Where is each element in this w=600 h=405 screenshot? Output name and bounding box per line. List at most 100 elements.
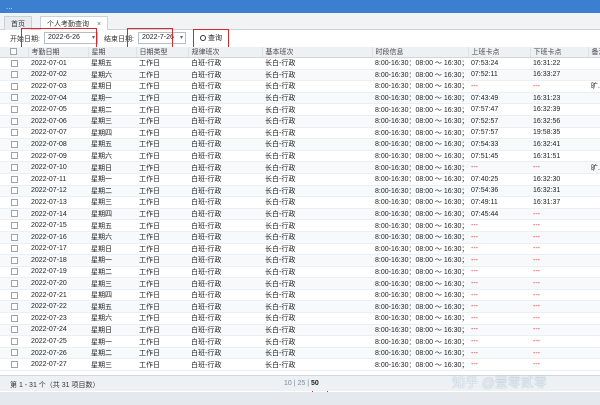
annotation-box-end bbox=[127, 28, 173, 48]
table-cell: --- bbox=[468, 335, 530, 348]
table-row[interactable]: 2022-07-10 星期日 工作日 白班-行政 长白-行政 8:00-16:30：08:… bbox=[0, 161, 600, 174]
row-checkbox[interactable] bbox=[0, 69, 28, 82]
row-checkbox[interactable] bbox=[0, 358, 28, 372]
row-checkbox[interactable] bbox=[0, 277, 28, 290]
row-checkbox[interactable] bbox=[0, 57, 28, 70]
table-cell: 2022-07-04 bbox=[28, 92, 88, 105]
table-cell: 16:32:41 bbox=[530, 138, 588, 151]
table-cell bbox=[588, 254, 600, 267]
row-checkbox[interactable] bbox=[0, 138, 28, 151]
table-row[interactable]: 2022-07-19 星期二 工作日 白班-行政 长白-行政 8:00-16:30：08:… bbox=[0, 266, 600, 279]
select-all-checkbox[interactable] bbox=[0, 47, 29, 58]
row-checkbox[interactable] bbox=[0, 150, 28, 163]
col-header[interactable]: 时段信息 bbox=[372, 47, 469, 58]
table-cell: 白班-行政 bbox=[188, 289, 262, 302]
table-cell: 07:49:11 bbox=[468, 196, 530, 209]
row-checkbox[interactable] bbox=[0, 103, 28, 116]
table-cell: 工作日 bbox=[136, 185, 188, 198]
table-row[interactable]: 2022-07-08 星期五 工作日 白班-行政 长白-行政 8:00-16:30：08:… bbox=[0, 138, 600, 151]
row-checkbox[interactable] bbox=[0, 266, 28, 279]
table-row[interactable]: 2022-07-25 星期一 工作日 白班-行政 长白-行政 8:00-16:30：08:… bbox=[0, 335, 600, 348]
annotation-box-start bbox=[21, 28, 97, 48]
row-checkbox[interactable] bbox=[0, 347, 28, 360]
chevron-down-icon[interactable]: ▾ bbox=[180, 34, 183, 41]
row-checkbox[interactable] bbox=[0, 324, 28, 337]
table-cell: --- bbox=[530, 243, 588, 256]
row-checkbox[interactable] bbox=[0, 335, 28, 348]
table-cell: 工作日 bbox=[136, 138, 188, 151]
col-header[interactable]: 规律班次 bbox=[188, 47, 263, 58]
col-header[interactable]: 星期 bbox=[88, 47, 137, 58]
table-cell: 2022-07-19 bbox=[28, 266, 88, 279]
table-cell: 工作日 bbox=[136, 103, 188, 116]
row-checkbox[interactable] bbox=[0, 161, 28, 174]
table-cell: 星期一 bbox=[88, 254, 136, 267]
table-row[interactable]: 2022-07-05 星期二 工作日 白班-行政 长白-行政 8:00-16:30：08:… bbox=[0, 103, 600, 116]
watermark: 知乎 @壹零贰零 bbox=[452, 375, 547, 390]
table-row[interactable]: 2022-07-12 星期二 工作日 白班-行政 长白-行政 8:00-16:30：08:… bbox=[0, 185, 600, 198]
table-cell: 星期五 bbox=[88, 138, 136, 151]
table-row[interactable]: 2022-07-14 星期四 工作日 白班-行政 长白-行政 8:00-16:30：08:… bbox=[0, 208, 600, 221]
table-row[interactable]: 2022-07-03 星期日 工作日 白班-行政 长白-行政 8:00-16:30：08:… bbox=[0, 80, 600, 93]
row-checkbox[interactable] bbox=[0, 80, 28, 93]
row-checkbox[interactable] bbox=[0, 115, 28, 128]
col-header[interactable]: 考勤日期 bbox=[28, 47, 89, 58]
table-cell: 工作日 bbox=[136, 277, 188, 290]
table-cell: 白班-行政 bbox=[188, 243, 262, 256]
table-row[interactable]: 2022-07-01 星期五 工作日 白班-行政 长白-行政 8:00-16:30：08:… bbox=[0, 57, 600, 70]
table-cell: 8:00-16:30：08:00 ～ 16:30； bbox=[372, 185, 468, 198]
row-checkbox[interactable] bbox=[0, 289, 28, 302]
row-checkbox[interactable] bbox=[0, 312, 28, 325]
table-cell: --- bbox=[468, 358, 530, 372]
table-cell bbox=[588, 219, 600, 232]
table-cell: 16:31:51 bbox=[530, 150, 588, 163]
table-row[interactable]: 2022-07-02 星期六 工作日 白班-行政 长白-行政 8:00-16:30：08:… bbox=[0, 69, 600, 82]
row-checkbox[interactable] bbox=[0, 254, 28, 267]
row-checkbox[interactable] bbox=[0, 127, 28, 140]
col-header[interactable]: 备注 bbox=[588, 47, 600, 58]
table-row[interactable]: 2022-07-27 星期三 工作日 白班-行政 长白-行政 8:00-16:30：08:… bbox=[0, 358, 600, 372]
page-size-option[interactable]: 10 bbox=[284, 380, 292, 387]
table-cell: --- bbox=[530, 289, 588, 302]
col-header[interactable]: 上班卡点 bbox=[468, 47, 531, 58]
table-row[interactable]: 2022-07-17 星期日 工作日 白班-行政 长白-行政 8:00-16:30：08:… bbox=[0, 243, 600, 256]
close-icon[interactable]: × bbox=[97, 21, 101, 28]
table-cell: 2022-07-18 bbox=[28, 254, 88, 267]
page-size-option[interactable]: 25 bbox=[298, 380, 306, 387]
row-checkbox[interactable] bbox=[0, 196, 28, 209]
row-checkbox[interactable] bbox=[0, 173, 28, 186]
col-header[interactable]: 日期类型 bbox=[136, 47, 189, 58]
table-row[interactable]: 2022-07-11 星期一 工作日 白班-行政 长白-行政 8:00-16:30：08:… bbox=[0, 173, 600, 186]
col-header[interactable]: 基本班次 bbox=[262, 47, 373, 58]
row-checkbox[interactable] bbox=[0, 300, 28, 314]
page-size-option-current[interactable]: 50 bbox=[311, 380, 319, 387]
row-checkbox[interactable] bbox=[0, 185, 28, 198]
table-cell: 工作日 bbox=[136, 161, 188, 174]
table-row[interactable]: 2022-07-26 星期二 工作日 白班-行政 长白-行政 8:00-16:30：08:… bbox=[0, 347, 600, 360]
row-checkbox[interactable] bbox=[0, 92, 28, 105]
table-row[interactable]: 2022-07-20 星期三 工作日 白班-行政 长白-行政 8:00-16:30：08:… bbox=[0, 277, 600, 290]
table-row[interactable]: 2022-07-04 星期一 工作日 白班-行政 长白-行政 8:00-16:30：08:… bbox=[0, 92, 600, 105]
table-cell: 星期三 bbox=[88, 115, 136, 128]
row-checkbox[interactable] bbox=[0, 231, 28, 244]
table-cell: 2022-07-03 bbox=[28, 80, 88, 93]
table-row[interactable]: 2022-07-13 星期三 工作日 白班-行政 长白-行政 8:00-16:30：08:… bbox=[0, 196, 600, 209]
table-row[interactable]: 2022-07-16 星期六 工作日 白班-行政 长白-行政 8:00-16:30：08:… bbox=[0, 231, 600, 244]
table-row[interactable]: 2022-07-07 星期四 工作日 白班-行政 长白-行政 8:00-16:30：08:… bbox=[0, 127, 600, 140]
table-cell: --- bbox=[530, 161, 588, 174]
table-cell: 星期二 bbox=[88, 347, 136, 360]
table-row[interactable]: 2022-07-06 星期三 工作日 白班-行政 长白-行政 8:00-16:30：08:… bbox=[0, 115, 600, 128]
row-checkbox[interactable] bbox=[0, 208, 28, 221]
row-checkbox[interactable] bbox=[0, 243, 28, 256]
table-row[interactable]: 2022-07-15 星期五 工作日 白班-行政 长白-行政 8:00-16:30：08:… bbox=[0, 219, 600, 232]
table-row[interactable]: 2022-07-21 星期四 工作日 白班-行政 长白-行政 8:00-16:30：08:… bbox=[0, 289, 600, 302]
table-row[interactable]: 2022-07-22 星期五 工作日 白班-行政 长白-行政 8:00-16:30：08:… bbox=[0, 300, 600, 314]
table-row[interactable]: 2022-07-24 星期日 工作日 白班-行政 长白-行政 8:00-16:30：08:… bbox=[0, 324, 600, 337]
col-header[interactable]: 下班卡点 bbox=[530, 47, 589, 58]
table-cell: 07:53:24 bbox=[468, 57, 530, 70]
table-row[interactable]: 2022-07-18 星期一 工作日 白班-行政 长白-行政 8:00-16:30：08:… bbox=[0, 254, 600, 267]
table-row[interactable]: 2022-07-23 星期六 工作日 白班-行政 长白-行政 8:00-16:30：08:… bbox=[0, 312, 600, 325]
row-checkbox[interactable] bbox=[0, 219, 28, 232]
table-cell: 工作日 bbox=[136, 69, 188, 82]
table-row[interactable]: 2022-07-09 星期六 工作日 白班-行政 长白-行政 8:00-16:30：08:… bbox=[0, 150, 600, 163]
